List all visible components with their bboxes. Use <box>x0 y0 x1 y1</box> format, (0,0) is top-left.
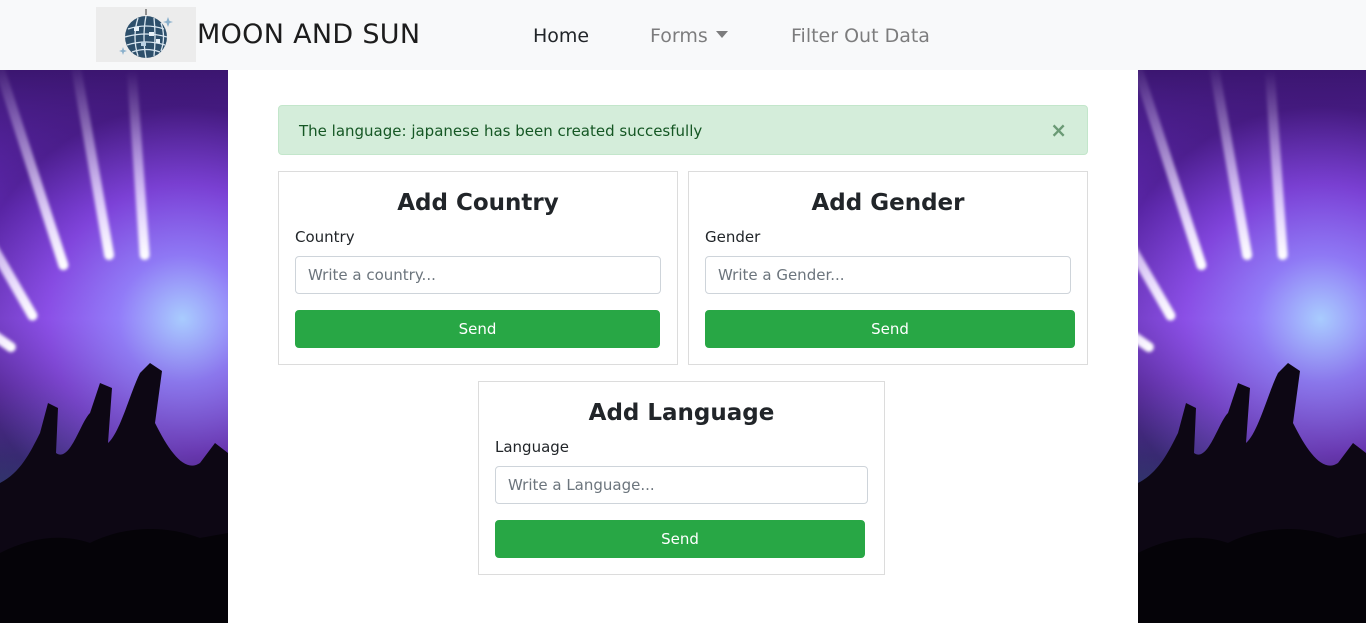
concert-background-right <box>1138 70 1366 623</box>
language-label: Language <box>495 438 570 456</box>
alert-message: The language: japanese has been created … <box>299 122 703 140</box>
close-icon[interactable]: × <box>1050 119 1067 141</box>
country-label: Country <box>295 228 355 246</box>
language-send-button[interactable]: Send <box>495 520 865 558</box>
gender-label: Gender <box>705 228 761 246</box>
nav-home[interactable]: Home <box>533 24 589 48</box>
country-send-button[interactable]: Send <box>295 310 660 348</box>
gender-send-button[interactable]: Send <box>705 310 1075 348</box>
add-country-title: Add Country <box>397 190 559 216</box>
disco-ball-icon[interactable] <box>96 7 196 62</box>
success-alert: The language: japanese has been created … <box>278 105 1088 155</box>
concert-background-left <box>0 70 228 623</box>
add-country-card: Add Country Country Send <box>278 171 678 365</box>
add-gender-card: Add Gender Gender Send <box>688 171 1088 365</box>
navbar: MOON AND SUN Home Forms Filter Out Data <box>0 0 1366 70</box>
nav-filter-out-data[interactable]: Filter Out Data <box>791 24 930 48</box>
country-input[interactable] <box>295 256 661 294</box>
brand-name[interactable]: MOON AND SUN <box>197 16 420 54</box>
add-language-title: Add Language <box>588 400 775 426</box>
language-input[interactable] <box>495 466 868 504</box>
add-gender-title: Add Gender <box>811 190 965 216</box>
caret-down-icon <box>715 31 728 38</box>
add-language-card: Add Language Language Send <box>478 381 885 575</box>
main-content: The language: japanese has been created … <box>228 70 1138 623</box>
nav-forms-label: Forms <box>650 25 708 47</box>
nav-forms-dropdown[interactable]: Forms <box>650 24 728 48</box>
gender-input[interactable] <box>705 256 1071 294</box>
